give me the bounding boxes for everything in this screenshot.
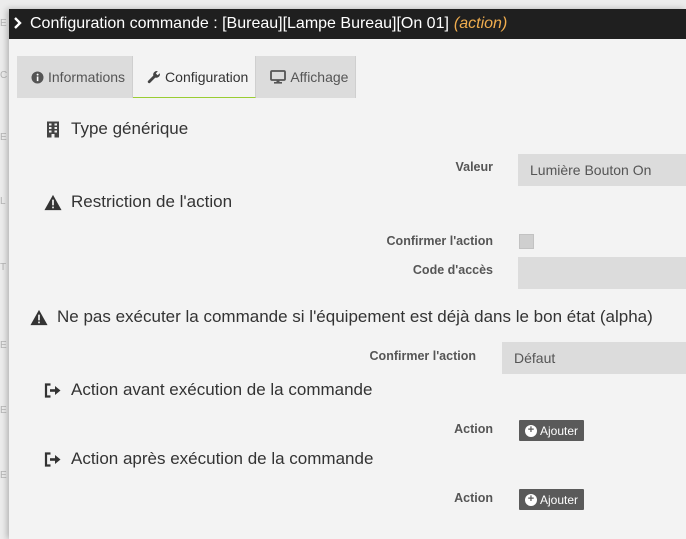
background-text: E (0, 470, 7, 481)
tab-affichage-label: Affichage (290, 69, 349, 85)
tab-bar: Informations Configuration Affichage (17, 56, 357, 98)
modal-title: Configuration commande : [Bureau][Lampe … (30, 15, 449, 32)
section-restriction: Restriction de l'action (44, 192, 232, 212)
section-generic-type: Type générique (44, 119, 188, 139)
section-restriction-title: Restriction de l'action (71, 192, 233, 211)
tab-configuration-label: Configuration (165, 68, 249, 85)
background-text: L (0, 196, 6, 207)
warning-icon (44, 193, 62, 211)
info-circle-icon (31, 71, 44, 84)
section-no-repeat-title: Ne pas exécuter la commande si l'équipem… (57, 307, 653, 326)
no-repeat-confirm-label: Confirmer l'action (369, 349, 476, 363)
background-text: C (0, 70, 8, 81)
warning-icon (30, 308, 48, 326)
section-before: Action avant exécution de la commande (44, 380, 372, 400)
restriction-confirm-checkbox[interactable] (519, 234, 534, 249)
after-add-button[interactable]: + Ajouter (519, 489, 585, 510)
chevron-right-icon (13, 17, 27, 31)
after-add-button-label: Ajouter (540, 492, 579, 507)
building-icon (44, 120, 62, 138)
sign-out-icon (44, 450, 62, 468)
modal-title-kind: (action) (453, 15, 508, 32)
tab-configuration[interactable]: Configuration (133, 56, 257, 98)
before-add-button[interactable]: + Ajouter (519, 420, 585, 441)
monitor-icon (270, 70, 287, 84)
modal-titlebar[interactable]: Configuration commande : [Bureau][Lampe … (9, 9, 686, 39)
before-action-label: Action (454, 422, 493, 436)
background-text: E (0, 340, 7, 351)
wrench-icon (147, 70, 161, 84)
access-code-input[interactable] (518, 257, 686, 289)
background-text: T (0, 262, 7, 273)
plus-circle-icon: + (525, 493, 537, 506)
tab-informations[interactable]: Informations (17, 56, 134, 98)
background-text: E (0, 18, 7, 29)
tab-informations-label: Informations (48, 69, 126, 85)
background-text: E (0, 132, 7, 143)
background-text: E (0, 405, 7, 416)
section-after: Action après exécution de la commande (44, 449, 373, 469)
restriction-confirm-label: Confirmer l'action (386, 234, 493, 248)
after-action-label: Action (454, 491, 493, 505)
sign-out-icon (44, 381, 62, 399)
section-after-title: Action après exécution de la commande (71, 449, 374, 468)
section-no-repeat: Ne pas exécuter la commande si l'équipem… (30, 307, 653, 327)
no-repeat-select[interactable]: Défaut (502, 342, 686, 374)
generic-type-select[interactable]: Lumière Bouton On (518, 154, 686, 186)
plus-circle-icon: + (525, 424, 537, 437)
command-config-modal: Configuration commande : [Bureau][Lampe … (9, 9, 686, 539)
access-code-label: Code d'accès (412, 263, 493, 277)
section-before-title: Action avant exécution de la commande (71, 380, 373, 399)
generic-type-value-label: Valeur (455, 160, 493, 174)
before-add-button-label: Ajouter (540, 423, 579, 438)
section-generic-type-title: Type générique (71, 119, 189, 138)
tab-affichage[interactable]: Affichage (256, 56, 357, 98)
